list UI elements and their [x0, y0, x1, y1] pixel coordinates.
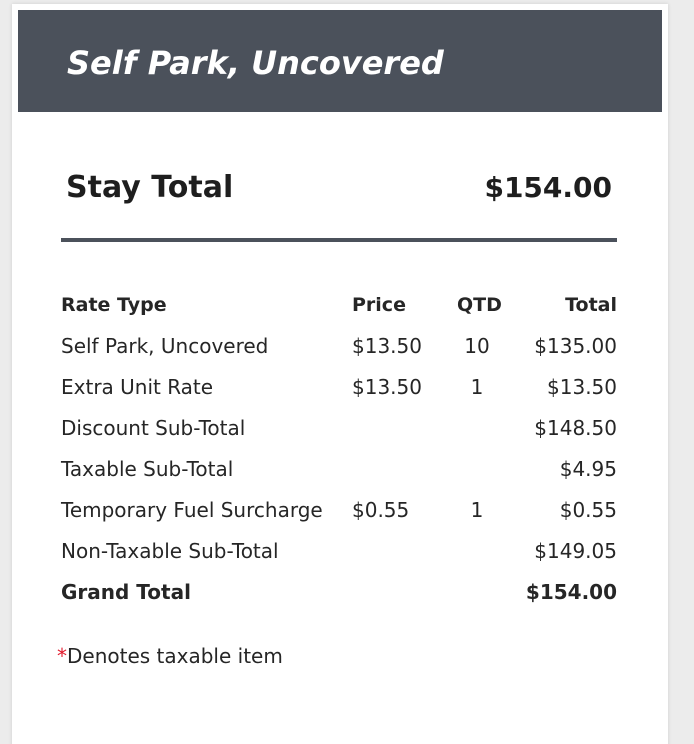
rate-summary-card: Self Park, Uncovered Stay Total $154.00 …: [12, 4, 668, 744]
total-cell: $149.05: [534, 539, 617, 563]
total-cell: $0.55: [559, 498, 617, 522]
total-cell: $4.95: [559, 457, 617, 481]
table-row: Non-Taxable Sub-Total $149.05: [61, 531, 617, 572]
column-header-rate-type: Rate Type: [61, 294, 167, 316]
price-cell: $13.50: [352, 334, 422, 358]
qtd-cell: 1: [470, 375, 484, 399]
rate-type-cell: Non-Taxable Sub-Total: [61, 539, 279, 563]
header-title: Self Park, Uncovered: [67, 44, 444, 82]
table-row: Temporary Fuel Surcharge $0.55 1 $0.55: [61, 490, 617, 531]
taxable-footnote: *Denotes taxable item: [57, 642, 283, 670]
qtd-cell: 1: [470, 498, 484, 522]
column-header-qtd: QTD: [457, 294, 502, 316]
total-cell: $135.00: [534, 334, 617, 358]
rate-table-header: Rate Type Price QTD Total: [61, 285, 617, 326]
rate-type-cell: Extra Unit Rate: [61, 375, 214, 399]
rate-type-cell: Taxable Sub-Total: [61, 457, 234, 481]
footnote-text: Denotes taxable item: [67, 644, 283, 668]
stay-total-row: Stay Total $154.00: [66, 168, 612, 208]
table-row: Discount Sub-Total $148.50: [61, 408, 617, 449]
rate-type-cell: Grand Total: [61, 580, 191, 604]
table-row: Self Park, Uncovered $13.50 10 $135.00: [61, 326, 617, 367]
grand-total-row: Grand Total $154.00: [61, 572, 617, 613]
rate-type-cell: Self Park, Uncovered: [61, 334, 269, 358]
stay-total-amount: $154.00: [484, 171, 612, 204]
table-row: Extra Unit Rate $13.50 1 $13.50: [61, 367, 617, 408]
card-header: Self Park, Uncovered: [18, 10, 662, 112]
column-header-total: Total: [565, 294, 617, 316]
divider: [61, 238, 617, 242]
total-cell: $154.00: [525, 580, 617, 604]
taxable-asterisk: *: [57, 644, 67, 668]
qtd-cell: 10: [464, 334, 490, 358]
table-row: Taxable Sub-Total $4.95: [61, 449, 617, 490]
column-header-price: Price: [352, 294, 406, 316]
total-cell: $148.50: [534, 416, 617, 440]
rate-type-cell: Discount Sub-Total: [61, 416, 246, 440]
rate-table: Rate Type Price QTD Total Self Park, Unc…: [61, 285, 617, 613]
price-cell: $13.50: [352, 375, 422, 399]
rate-table-body: Self Park, Uncovered $13.50 10 $135.00 Extra…: [61, 326, 617, 613]
rate-type-cell: Temporary Fuel Surcharge: [61, 498, 323, 522]
price-cell: $0.55: [352, 498, 410, 522]
total-cell: $13.50: [547, 375, 617, 399]
stay-total-label: Stay Total: [66, 170, 234, 205]
